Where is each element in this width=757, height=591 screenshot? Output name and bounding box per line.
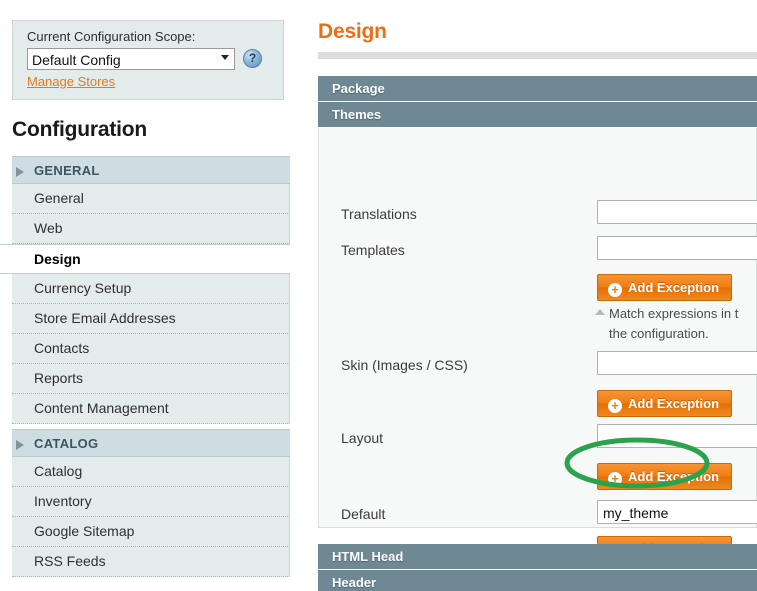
sidebar-item-label: Content Management	[34, 400, 169, 416]
field-input-translations[interactable]	[597, 200, 757, 224]
field-label-templates: Templates	[341, 242, 405, 258]
field-label-layout: Layout	[341, 430, 384, 446]
configuration-scope-panel: Current Configuration Scope: Default Con…	[12, 20, 284, 100]
question-mark-icon[interactable]: ?	[243, 49, 262, 68]
add-exception-label: Add Exception	[628, 469, 720, 484]
triangle-right-icon	[16, 440, 24, 450]
sidebar-item-store-email-addresses[interactable]: Store Email Addresses	[12, 304, 290, 334]
nav-section-catalog[interactable]: CATALOG	[12, 429, 290, 457]
scope-select[interactable]: Default Config	[27, 48, 235, 70]
page-title-configuration: Configuration	[12, 118, 148, 141]
sidebar-item-rss-feeds[interactable]: RSS Feeds	[12, 547, 290, 577]
field-label-default: Default	[341, 506, 386, 522]
plus-circle-icon: +	[608, 283, 622, 297]
sidebar-item-label: Store Email Addresses	[34, 310, 176, 326]
scope-label: Current Configuration Scope:	[27, 29, 196, 44]
triangle-right-icon	[16, 167, 24, 177]
sidebar-item-label: Design	[34, 251, 81, 267]
sidebar-item-label: Web	[34, 220, 63, 236]
lower-section-bars: HTML Head Header	[318, 544, 757, 591]
field-input-skin[interactable]	[597, 351, 757, 375]
left-column: Current Configuration Scope: Default Con…	[0, 0, 290, 591]
sidebar-item-label: Currency Setup	[34, 280, 132, 296]
plus-circle-icon: +	[608, 399, 622, 413]
add-exception-button-skin[interactable]: + Add Exception	[597, 390, 733, 417]
section-bar-label: Themes	[332, 107, 382, 122]
main-content: Design Package Themes Translations Templ…	[310, 0, 757, 591]
section-bar-label: HTML Head	[332, 549, 404, 564]
exception-hint: Match expressions in t the configuration…	[595, 304, 739, 344]
sidebar-item-general[interactable]: General	[12, 184, 290, 214]
sidebar-item-google-sitemap[interactable]: Google Sitemap	[12, 517, 290, 547]
chevron-down-icon	[221, 55, 229, 60]
manage-stores-link[interactable]: Manage Stores	[27, 74, 115, 89]
add-exception-button-templates[interactable]: + Add Exception	[597, 274, 733, 301]
sidebar-item-contacts[interactable]: Contacts	[12, 334, 290, 364]
sidebar-item-inventory[interactable]: Inventory	[12, 487, 290, 517]
nav-section-label: GENERAL	[34, 163, 100, 178]
section-bar-label: Package	[332, 81, 385, 96]
page-title-design: Design	[318, 20, 387, 43]
sidebar-item-label: Contacts	[34, 340, 90, 356]
configuration-nav: GENERAL General Web Design Currency Setu…	[0, 156, 290, 577]
magento-design-configuration-page: Current Configuration Scope: Default Con…	[0, 0, 757, 591]
sidebar-item-content-management[interactable]: Content Management	[12, 394, 290, 424]
sidebar-item-design[interactable]: Design	[0, 244, 290, 274]
sidebar-item-label: RSS Feeds	[34, 553, 106, 569]
exception-hint-line1: Match expressions in t	[609, 306, 739, 321]
section-bar-themes[interactable]: Themes	[318, 102, 757, 128]
sidebar-item-label: Inventory	[34, 493, 92, 509]
sidebar-item-reports[interactable]: Reports	[12, 364, 290, 394]
scope-select-value: Default Config	[32, 52, 121, 68]
field-input-default[interactable]: my_theme	[597, 500, 757, 524]
sidebar-item-catalog[interactable]: Catalog	[12, 457, 290, 487]
nav-section-general[interactable]: GENERAL	[12, 156, 290, 184]
design-panel: Package Themes Translations Templates + A…	[318, 76, 757, 563]
add-exception-label: Add Exception	[628, 396, 720, 411]
sidebar-item-label: Catalog	[34, 463, 83, 479]
plus-circle-icon: +	[608, 472, 622, 486]
add-exception-button-layout[interactable]: + Add Exception	[597, 463, 733, 490]
nav-section-label: CATALOG	[34, 436, 99, 451]
field-label-translations: Translations	[341, 206, 417, 222]
sidebar-item-label: Google Sitemap	[34, 523, 135, 539]
field-input-layout[interactable]	[597, 424, 757, 448]
exception-hint-line2: the configuration.	[609, 326, 709, 341]
sidebar-item-label: Reports	[34, 370, 84, 386]
section-bar-package[interactable]: Package	[318, 76, 757, 102]
themes-form-body: Translations Templates + Add Exception Ma…	[318, 128, 757, 563]
section-bar-html-head[interactable]: HTML Head	[318, 544, 757, 570]
sidebar-item-web[interactable]: Web	[12, 214, 290, 244]
field-label-skin: Skin (Images / CSS)	[341, 357, 468, 373]
title-divider	[318, 52, 757, 59]
field-input-templates[interactable]	[597, 236, 757, 260]
triangle-up-icon	[595, 309, 605, 315]
field-value-default: my_theme	[603, 505, 669, 521]
add-exception-label: Add Exception	[628, 280, 720, 295]
section-bar-label: Header	[332, 575, 377, 590]
section-bar-header[interactable]: Header	[318, 570, 757, 591]
sidebar-item-currency-setup[interactable]: Currency Setup	[12, 274, 290, 304]
sidebar-item-label: General	[34, 190, 84, 206]
